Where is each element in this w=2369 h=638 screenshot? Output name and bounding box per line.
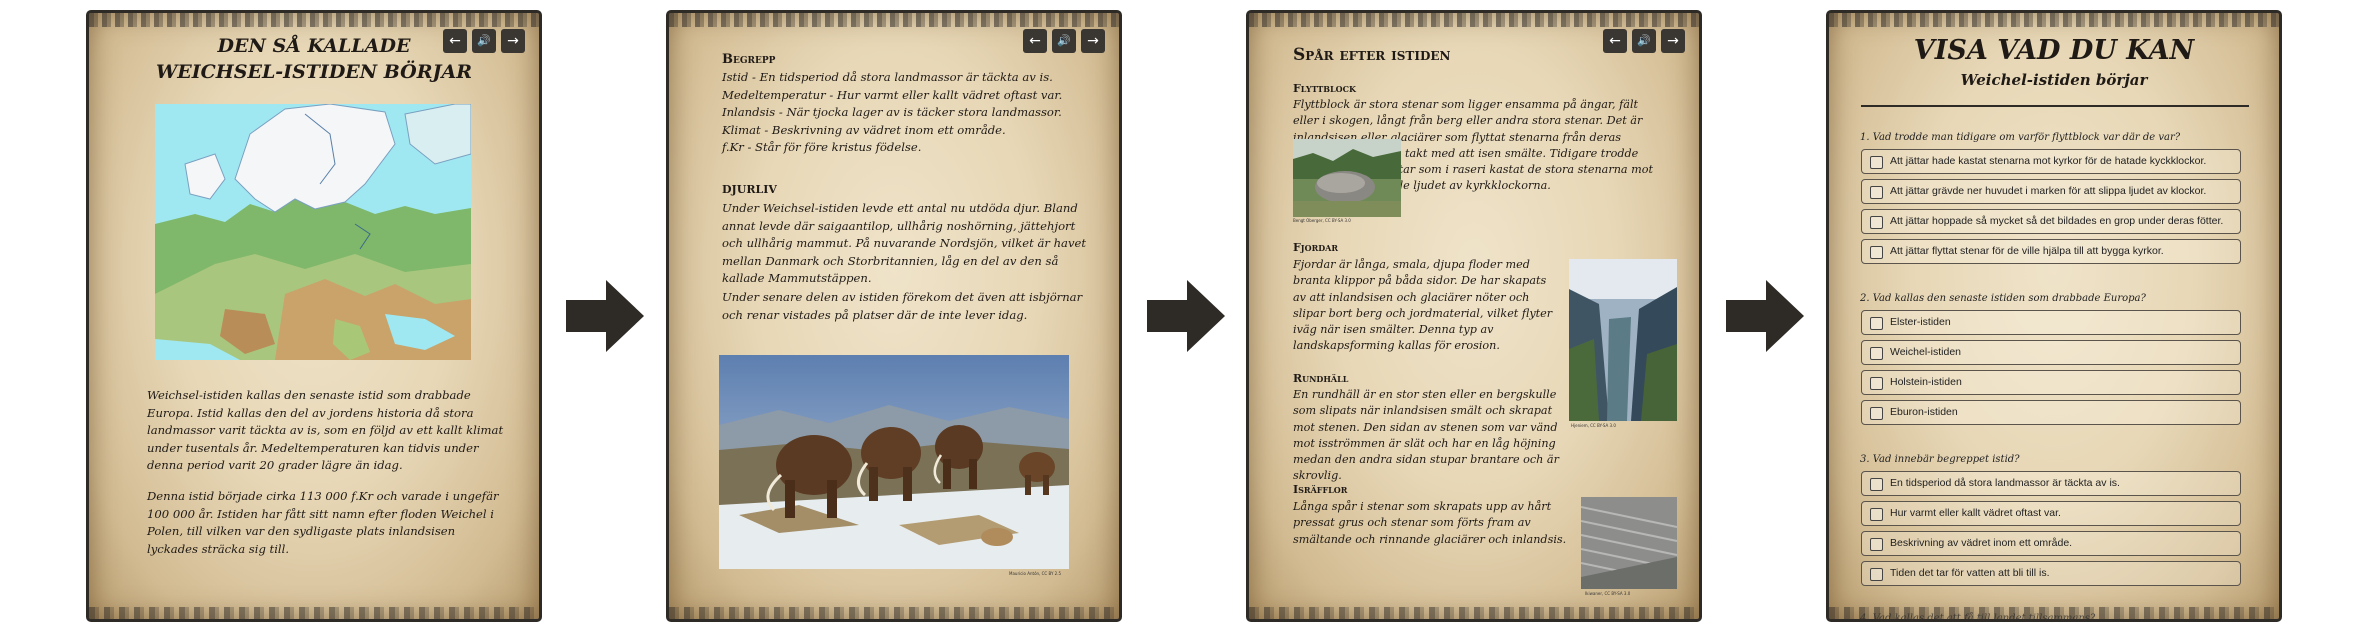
- israfflor-text: Långa spår i stenar som skrapats upp av …: [1293, 500, 1567, 546]
- audio-speaker-icon[interactable]: 🔊: [1632, 29, 1656, 53]
- answer-option[interactable]: Eburon-istiden: [1861, 400, 2241, 425]
- answer-label: En tidsperiod då stora landmassor är täc…: [1890, 477, 2120, 489]
- page-controls: ← 🔊 →: [1603, 29, 1685, 53]
- djurliv-paragraph-2: Under senare delen av istiden förekom de…: [722, 290, 1083, 322]
- next-arrow-icon[interactable]: →: [1081, 29, 1105, 53]
- checkbox-icon[interactable]: [1870, 478, 1883, 491]
- page-4-quiz-card: Visa vad du kan Weichel-istiden börjar 1…: [1826, 10, 2282, 622]
- question-3: 3. Vad innebär begreppet istid?: [1860, 454, 2020, 465]
- answer-option[interactable]: Tiden det tar för vatten att bli till is…: [1861, 561, 2241, 586]
- begrepp-line: Klimat - Beskrivning av vädret inom ett …: [722, 122, 1006, 137]
- answer-label: Elster-istiden: [1890, 316, 1951, 328]
- fjordar-caption: Hjeniem, CC BY-SA 3.0: [1571, 423, 1616, 428]
- page-1-title-line1: Den så kallade: [217, 35, 411, 57]
- checkbox-icon[interactable]: [1870, 377, 1883, 390]
- answer-label: Holstein-istiden: [1890, 376, 1962, 388]
- answer-option[interactable]: Att jättar hade kastat stenarna mot kyrk…: [1861, 149, 2241, 174]
- checkbox-icon[interactable]: [1870, 186, 1883, 199]
- djurliv-paragraph-1: Under Weichsel-istiden levde ett antal n…: [722, 201, 1087, 285]
- answer-label: Beskrivning av vädret inom ett område.: [1890, 537, 2073, 549]
- arrow-right-icon: [1147, 280, 1225, 352]
- flyttblock-heading: Flyttblock: [1293, 82, 1356, 95]
- answer-label: Att jättar flyttat stenar för de ville h…: [1890, 245, 2164, 257]
- question-1: 1. Vad trodde man tidigare om varför fly…: [1860, 132, 2181, 143]
- page-controls: ← 🔊 →: [1023, 29, 1105, 53]
- checkbox-icon[interactable]: [1870, 538, 1883, 551]
- back-arrow-icon[interactable]: ←: [1603, 29, 1627, 53]
- checkbox-icon[interactable]: [1870, 508, 1883, 521]
- answer-label: Hur varmt eller kallt vädret oftast var.: [1890, 507, 2061, 519]
- djurliv-heading: Djurliv: [722, 183, 777, 196]
- quiz-subtitle: Weichel-istiden börjar: [1960, 71, 2148, 89]
- begrepp-list: Istid - En tidsperiod då stora landmasso…: [722, 69, 1102, 157]
- answer-label: Eburon-istiden: [1890, 406, 1958, 418]
- answer-option[interactable]: Att jättar hoppade så mycket så det bild…: [1861, 209, 2241, 234]
- arrow-right-icon: [1726, 280, 1804, 352]
- answer-option[interactable]: Elster-istiden: [1861, 310, 2241, 335]
- answer-option[interactable]: Att jättar grävde ner huvudet i marken f…: [1861, 179, 2241, 204]
- answer-label: Tiden det tar för vatten att bli till is…: [1890, 567, 2050, 579]
- checkbox-icon[interactable]: [1870, 568, 1883, 581]
- next-arrow-icon[interactable]: →: [1661, 29, 1685, 53]
- answer-option[interactable]: Hur varmt eller kallt vädret oftast var.: [1861, 501, 2241, 526]
- checkbox-icon[interactable]: [1870, 156, 1883, 169]
- answer-option[interactable]: En tidsperiod då stora landmassor är täc…: [1861, 471, 2241, 496]
- question-4-partial: 4. Vad kallas det att få till landet til…: [1860, 613, 2096, 622]
- fjordar-heading: Fjordar: [1293, 241, 1339, 254]
- answer-option[interactable]: Holstein-istiden: [1861, 370, 2241, 395]
- page-1-title-line2: Weichsel-istiden börjar: [155, 61, 473, 83]
- fjordar-text: Fjordar är långa, smala, djupa floder me…: [1293, 258, 1553, 353]
- answer-option[interactable]: Beskrivning av vädret inom ett område.: [1861, 531, 2241, 556]
- checkbox-icon[interactable]: [1870, 407, 1883, 420]
- answer-label: Weichel-istiden: [1890, 346, 1962, 358]
- answer-label: Att jättar hoppade så mycket så det bild…: [1890, 215, 2224, 227]
- checkbox-icon[interactable]: [1870, 246, 1883, 259]
- checkbox-icon[interactable]: [1870, 347, 1883, 360]
- flyttblock-caption: Bengt Oberger, CC BY-SA 3.0: [1293, 218, 1351, 223]
- page-1-card: ← 🔊 → Den så kallade Weichsel-istiden bö…: [86, 10, 542, 622]
- europe-ice-age-map: [155, 104, 471, 360]
- answer-label: Att jättar hade kastat stenarna mot kyrk…: [1890, 155, 2207, 167]
- page-1-paragraph-1: Weichsel-istiden kallas den senaste isti…: [147, 388, 504, 472]
- israfflor-caption: Ikiwaner, CC BY-SA 3.0: [1585, 591, 1631, 596]
- fjord-photo: [1569, 259, 1677, 421]
- page-2-card: ← 🔊 → Begrepp Istid - En tidsperiod då s…: [666, 10, 1122, 622]
- answer-label: Att jättar grävde ner huvudet i marken f…: [1890, 185, 2207, 197]
- question-2: 2. Vad kallas den senaste istiden som dr…: [1860, 293, 2146, 304]
- audio-speaker-icon[interactable]: 🔊: [1052, 29, 1076, 53]
- flyttblock-boulder-photo: [1293, 139, 1401, 217]
- page-3-card: ← 🔊 → Spår efter istiden Flyttblock Flyt…: [1246, 10, 1702, 622]
- begrepp-line: Inlandsis - När tjocka lager av is täcke…: [722, 105, 1062, 119]
- page-3-title: Spår efter istiden: [1293, 45, 1451, 65]
- begrepp-heading: Begrepp: [722, 52, 776, 67]
- page-1-paragraph-2: Denna istid började cirka 113 000 f.Kr o…: [147, 489, 499, 556]
- checkbox-icon[interactable]: [1870, 317, 1883, 330]
- israfflor-heading: Isräfflor: [1293, 483, 1348, 496]
- begrepp-line: f.Kr - Står för före kristus födelse.: [722, 140, 922, 154]
- page-1-title: Den så kallade Weichsel-istiden börjar: [89, 33, 539, 85]
- checkbox-icon[interactable]: [1870, 216, 1883, 229]
- israfflor-rock-photo: [1581, 497, 1677, 589]
- rundhall-text: En rundhäll är en stor sten eller en ber…: [1293, 388, 1559, 483]
- begrepp-line: Medeltemperatur - Hur varmt eller kallt …: [722, 87, 1063, 102]
- quiz-title: Visa vad du kan: [1913, 35, 2195, 66]
- back-arrow-icon[interactable]: ←: [1023, 29, 1047, 53]
- rundhall-heading: Rundhäll: [1293, 372, 1349, 385]
- mammoth-painting: [719, 355, 1069, 569]
- begrepp-line: Istid - En tidsperiod då stora landmasso…: [722, 70, 1053, 84]
- answer-option[interactable]: Att jättar flyttat stenar för de ville h…: [1861, 239, 2241, 264]
- mammoth-image-caption: Mauricio Antón, CC BY 2.5: [1009, 571, 1062, 576]
- answer-option[interactable]: Weichel-istiden: [1861, 340, 2241, 365]
- arrow-right-icon: [566, 280, 644, 352]
- quiz-divider: [1861, 105, 2249, 107]
